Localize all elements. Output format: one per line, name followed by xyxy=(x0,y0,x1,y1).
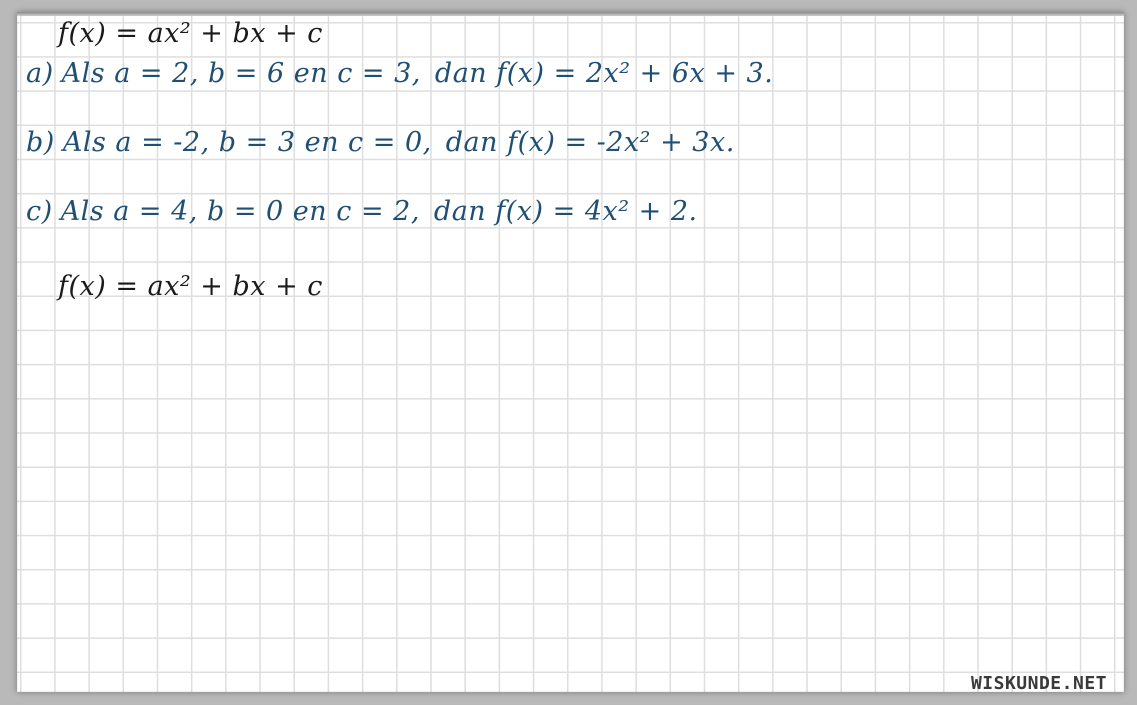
item-a-result: dan f(x) = 2x² + 6x + 3. xyxy=(434,58,774,89)
item-a-label: a) xyxy=(26,58,54,89)
item-c-condition: Als a = 4, b = 0 en c = 2, xyxy=(60,196,420,227)
item-b-label: b) xyxy=(26,127,55,158)
item-c-label: c) xyxy=(26,196,53,227)
item-c: c) Als a = 4, b = 0 en c = 2, dan f(x) = 4… xyxy=(26,196,698,227)
top-edge xyxy=(17,12,1124,16)
item-b-condition: Als a = -2, b = 3 en c = 0, xyxy=(62,127,432,158)
item-a: a) Als a = 2, b = 6 en c = 3, dan f(x) = 2… xyxy=(26,58,773,89)
item-a-condition: Als a = 2, b = 6 en c = 3, xyxy=(61,58,421,89)
item-b: b) Als a = -2, b = 3 en c = 0, dan f(x) = … xyxy=(26,127,735,158)
grid-paper xyxy=(17,12,1124,692)
item-b-result: dan f(x) = -2x² + 3x. xyxy=(445,127,735,158)
formula-bottom: f(x) = ax² + bx + c xyxy=(58,271,323,302)
formula-top: f(x) = ax² + bx + c xyxy=(58,18,323,49)
item-c-result: dan f(x) = 4x² + 2. xyxy=(433,196,698,227)
site-watermark: WISKUNDE.NET xyxy=(970,673,1107,694)
